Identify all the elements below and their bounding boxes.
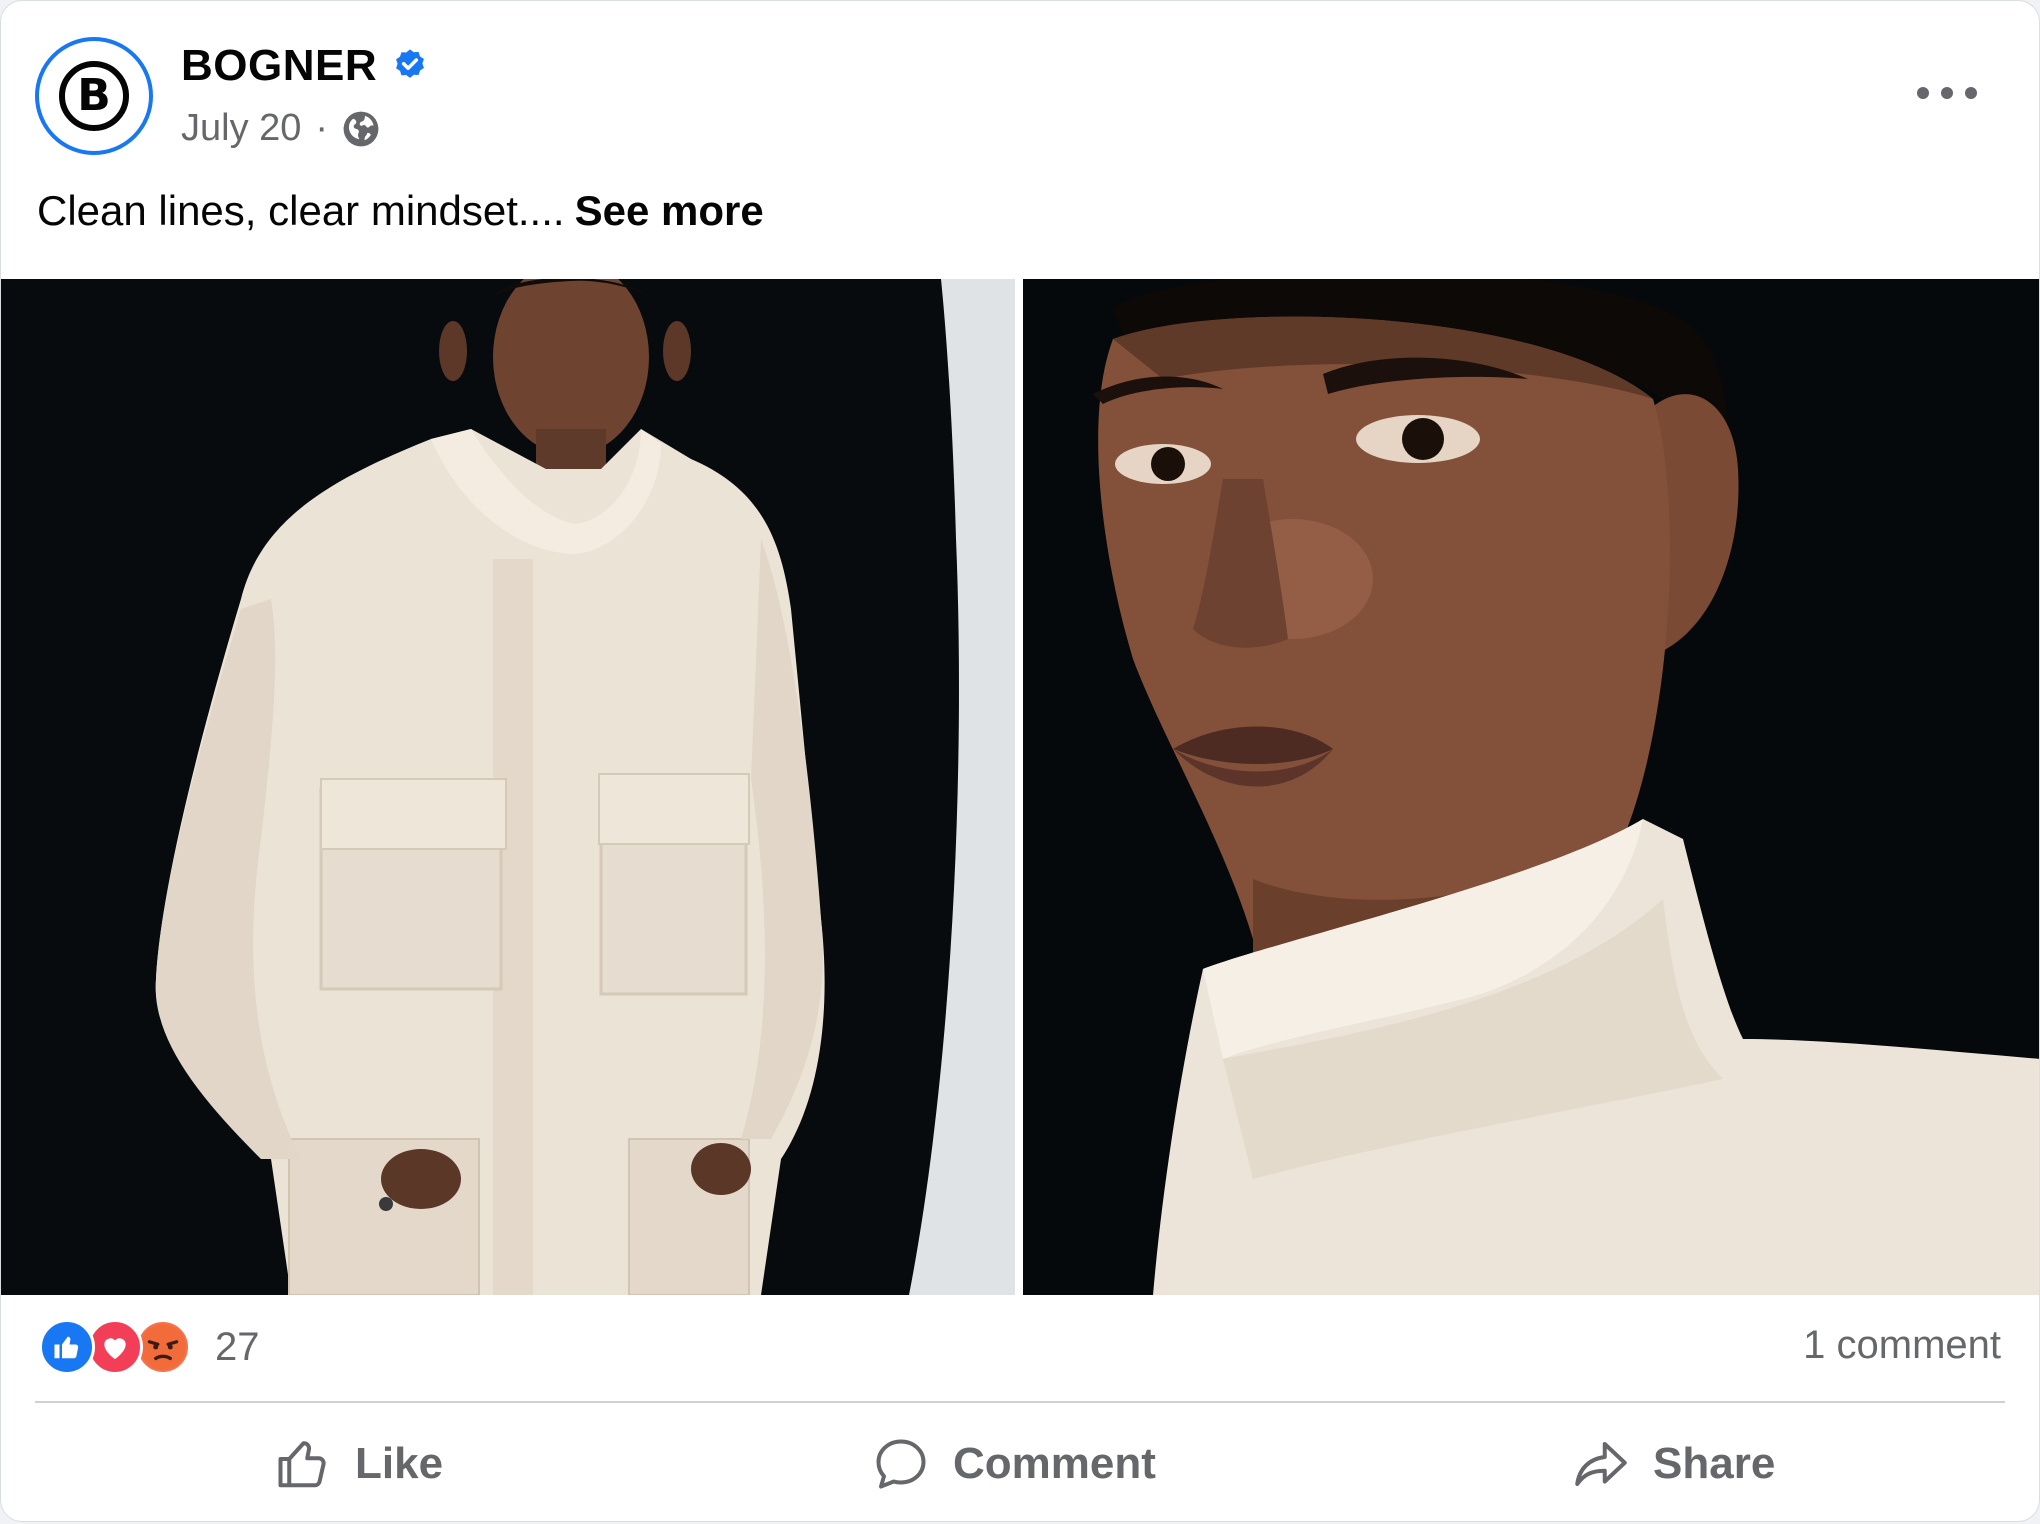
- globe-icon: [343, 111, 379, 146]
- engagement-divider: [35, 1401, 2005, 1403]
- see-more-link[interactable]: See more: [575, 187, 764, 234]
- page-name-link[interactable]: BOGNER: [181, 41, 377, 91]
- page-name-row: BOGNER: [181, 41, 429, 91]
- comment-button[interactable]: Comment: [871, 1427, 1156, 1501]
- share-label: Share: [1653, 1439, 1776, 1488]
- like-label: Like: [355, 1439, 444, 1488]
- comment-bubble-icon: [876, 1439, 926, 1489]
- post-date[interactable]: July 20: [181, 107, 301, 150]
- post-photo-1[interactable]: [1, 279, 1015, 1295]
- photo-model-closeup: [1023, 279, 2039, 1295]
- reaction-count: 27: [215, 1324, 260, 1369]
- angry-reaction-icon: [135, 1319, 191, 1375]
- share-button[interactable]: Share: [1571, 1427, 1775, 1501]
- post-caption: Clean lines, clear mindset.... See more: [37, 187, 764, 235]
- photo-model-full: [1, 279, 1015, 1295]
- comment-label: Comment: [953, 1439, 1156, 1488]
- post-card: B BOGNER July 20 · Clean lines, clear mi…: [0, 0, 2040, 1522]
- more-options-button[interactable]: [1917, 73, 1977, 113]
- comment-count-link[interactable]: 1 comment: [1803, 1323, 2001, 1368]
- caption-text: Clean lines, clear mindset....: [37, 187, 565, 234]
- thumbs-up-icon: [278, 1441, 326, 1488]
- like-button[interactable]: Like: [273, 1427, 443, 1501]
- page-avatar[interactable]: B: [35, 37, 153, 155]
- bogner-logo: B: [59, 61, 129, 131]
- meta-separator: ·: [315, 107, 329, 149]
- love-reaction-icon: [87, 1319, 143, 1375]
- like-reaction-icon: [39, 1319, 95, 1375]
- post-meta: July 20 ·: [181, 107, 380, 150]
- more-dot-icon: [1917, 87, 1929, 99]
- reactions-summary[interactable]: 27: [39, 1319, 260, 1375]
- more-dot-icon: [1965, 87, 1977, 99]
- share-arrow-icon: [1575, 1442, 1627, 1486]
- verified-badge-icon: [396, 49, 425, 78]
- post-photo-2[interactable]: [1023, 279, 2039, 1295]
- more-dot-icon: [1941, 87, 1953, 99]
